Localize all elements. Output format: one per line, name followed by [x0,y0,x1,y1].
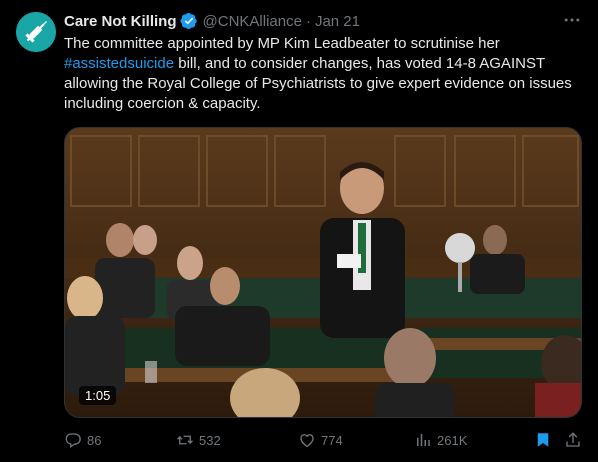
author-handle[interactable]: @CNKAlliance [203,13,302,30]
post-date[interactable]: Jan 21 [315,13,360,30]
more-icon[interactable] [562,10,582,30]
reply-icon [65,433,81,449]
verified-badge-icon [180,12,197,30]
action-bar: 86 532 774 261K [64,428,586,452]
post-text-part1: The committee appointed by MP Kim Leadbe… [64,35,500,52]
like-count: 774 [321,432,343,448]
hashtag-link[interactable]: #assistedsuicide [64,55,174,72]
separator-dot: · [305,12,311,30]
share-button[interactable] [564,428,587,452]
share-icon [566,432,580,447]
video-duration: 1:05 [79,386,117,405]
repost-icon [177,435,193,445]
views-count: 261K [437,432,468,448]
video-player[interactable]: 1:05 [64,127,582,418]
reply-button[interactable]: 86 [64,428,101,452]
views-button[interactable]: 261K [414,428,467,452]
post-text: The committee appointed by MP Kim Leadbe… [64,34,584,114]
avatar[interactable] [16,12,56,52]
repost-count: 532 [199,432,221,448]
bookmark-button[interactable] [534,428,557,452]
video-frame [65,128,581,417]
reply-count: 86 [87,432,102,448]
repost-button[interactable]: 532 [176,428,221,452]
like-icon [300,434,314,448]
like-button[interactable]: 774 [298,428,343,452]
views-icon [417,434,430,446]
author-name[interactable]: Care Not Killing [64,13,177,30]
syringe-logo-icon [16,12,56,52]
post-header: Care Not Killing @CNKAlliance · Jan 21 [64,11,584,31]
bookmark-icon [537,433,549,447]
